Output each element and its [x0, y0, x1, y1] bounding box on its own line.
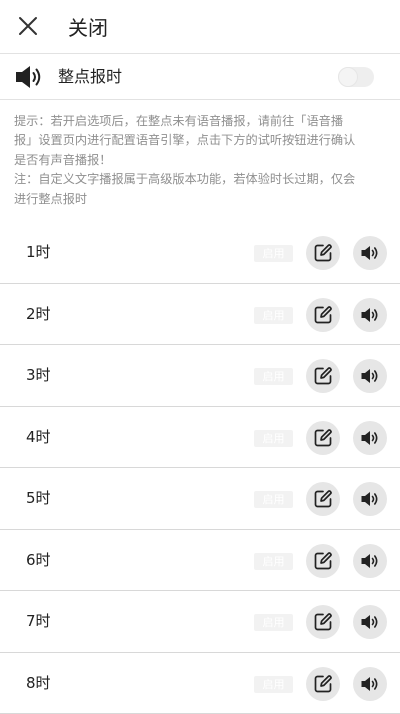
hour-label: 6时 [26, 549, 51, 571]
speaker-icon [360, 674, 380, 694]
edit-button[interactable] [306, 605, 340, 639]
play-sound-button[interactable] [353, 482, 387, 516]
note-line: 进行整点报时 [14, 190, 388, 209]
play-sound-button[interactable] [353, 421, 387, 455]
hour-list: 1时 启用 2时 启用 [0, 222, 400, 714]
enable-chip[interactable]: 启用 [254, 553, 293, 570]
edit-button[interactable] [306, 236, 340, 270]
note-line: 报」设置页内进行配置语音引擎，点击下方的试听按钮进行确认 [14, 131, 388, 150]
hour-label: 1时 [26, 241, 51, 263]
edit-button[interactable] [306, 298, 340, 332]
notes-block: 提示：若开启选项后，在整点未有语音播报，请前往「语音播 报」设置页内进行配置语音… [14, 112, 388, 209]
play-sound-button[interactable] [353, 544, 387, 578]
hour-row-6: 6时 启用 [0, 530, 400, 592]
edit-icon [313, 428, 333, 448]
enable-chip[interactable]: 启用 [254, 614, 293, 631]
edit-button[interactable] [306, 667, 340, 701]
play-sound-button[interactable] [353, 298, 387, 332]
hour-row-8: 8时 启用 [0, 653, 400, 714]
speaker-icon [360, 366, 380, 386]
edit-button[interactable] [306, 482, 340, 516]
hour-label: 7时 [26, 610, 51, 632]
header-bar: 关闭 [0, 0, 400, 54]
enable-chip[interactable]: 启用 [254, 430, 293, 447]
speaker-icon [360, 489, 380, 509]
note-line: 注：自定义文字播报属于高级版本功能，若体验时长过期，仅会 [14, 170, 388, 189]
hour-row-5: 5时 启用 [0, 468, 400, 530]
hour-label: 3时 [26, 364, 51, 386]
switch-knob [338, 67, 358, 87]
hourly-chime-toggle-row[interactable]: 整点报时 [0, 54, 400, 100]
edit-icon [313, 674, 333, 694]
hour-label: 8时 [26, 672, 51, 694]
speaker-icon [14, 64, 44, 90]
hour-label: 4时 [26, 426, 51, 448]
speaker-icon [360, 305, 380, 325]
hour-row-3: 3时 启用 [0, 345, 400, 407]
hour-row-1: 1时 启用 [0, 222, 400, 284]
enable-chip[interactable]: 启用 [254, 245, 293, 262]
note-line: 是否有声音播报！ [14, 151, 388, 170]
edit-button[interactable] [306, 421, 340, 455]
note-line: 提示：若开启选项后，在整点未有语音播报，请前往「语音播 [14, 112, 388, 131]
hour-row-7: 7时 启用 [0, 591, 400, 653]
hourly-chime-label: 整点报时 [58, 65, 122, 89]
edit-icon [313, 612, 333, 632]
edit-icon [313, 305, 333, 325]
edit-icon [313, 489, 333, 509]
hour-row-4: 4时 启用 [0, 407, 400, 469]
play-sound-button[interactable] [353, 667, 387, 701]
hour-label: 2时 [26, 303, 51, 325]
play-sound-button[interactable] [353, 236, 387, 270]
page-title: 关闭 [68, 14, 108, 42]
edit-icon [313, 243, 333, 263]
hour-label: 5时 [26, 487, 51, 509]
edit-icon [313, 366, 333, 386]
enable-chip[interactable]: 启用 [254, 491, 293, 508]
hourly-chime-switch[interactable] [338, 67, 374, 87]
speaker-icon [360, 243, 380, 263]
play-sound-button[interactable] [353, 605, 387, 639]
edit-icon [313, 551, 333, 571]
play-sound-button[interactable] [353, 359, 387, 393]
speaker-icon [360, 612, 380, 632]
enable-chip[interactable]: 启用 [254, 368, 293, 385]
hour-row-2: 2时 启用 [0, 284, 400, 346]
enable-chip[interactable]: 启用 [254, 676, 293, 693]
edit-button[interactable] [306, 544, 340, 578]
speaker-icon [360, 551, 380, 571]
edit-button[interactable] [306, 359, 340, 393]
close-icon[interactable] [17, 15, 39, 37]
speaker-icon [360, 428, 380, 448]
enable-chip[interactable]: 启用 [254, 307, 293, 324]
